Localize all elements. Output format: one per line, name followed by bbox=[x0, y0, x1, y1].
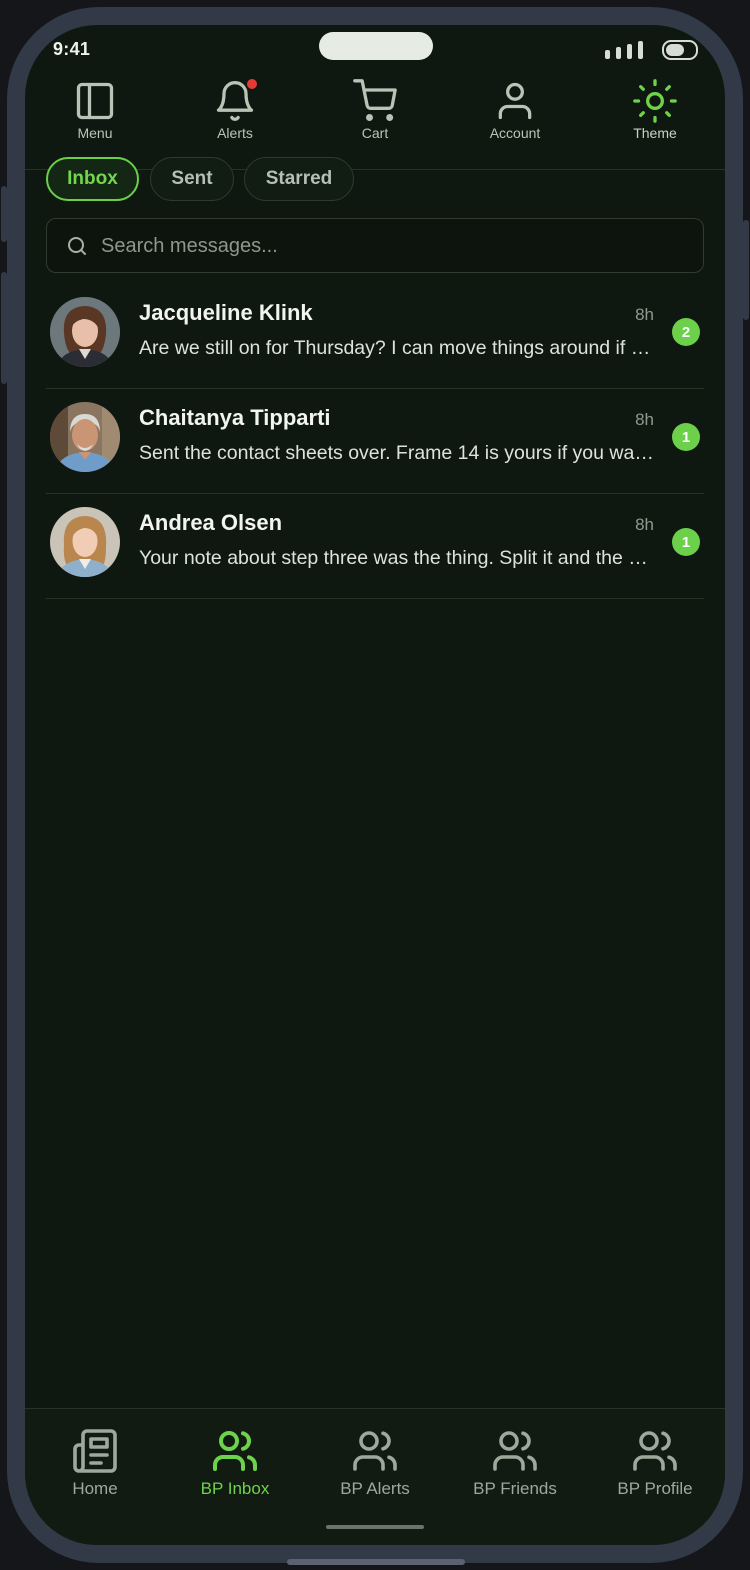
message-time: 8h bbox=[635, 305, 654, 324]
tab-inbox[interactable]: Inbox bbox=[46, 157, 139, 201]
search-icon bbox=[68, 237, 86, 255]
top-nav-label: Account bbox=[489, 125, 541, 141]
dynamic-island bbox=[319, 32, 433, 60]
top-nav-label: Theme bbox=[633, 125, 677, 141]
contact-name: Jacqueline Klink bbox=[139, 300, 313, 325]
bottom-nav-home[interactable]: Home bbox=[25, 1427, 165, 1499]
user-icon bbox=[498, 82, 532, 120]
top-nav-label: Cart bbox=[361, 125, 389, 141]
message-preview: Your note about step three was the thing… bbox=[139, 547, 659, 569]
side-button bbox=[1, 272, 7, 384]
sidebar-icon bbox=[76, 82, 114, 120]
search-input[interactable] bbox=[99, 219, 683, 273]
message-time: 8h bbox=[635, 515, 654, 534]
tab-sent[interactable]: Sent bbox=[150, 157, 234, 201]
message-preview: Are we still on for Thursday? I can move… bbox=[139, 337, 659, 359]
side-button bbox=[1, 186, 7, 242]
battery-icon bbox=[662, 40, 698, 60]
message-time: 8h bbox=[635, 410, 654, 429]
sun-icon bbox=[633, 79, 677, 123]
message-preview: Sent the contact sheets over. Frame 14 i… bbox=[139, 442, 659, 464]
bottom-nav-bp-friends[interactable]: BP Friends bbox=[445, 1427, 585, 1499]
top-nav-label: Alerts bbox=[217, 125, 253, 141]
contact-name: Chaitanya Tipparti bbox=[139, 405, 331, 430]
unread-badge: 1 bbox=[672, 528, 700, 556]
bottom-nav-label: BP Profile bbox=[617, 1479, 693, 1498]
users-icon bbox=[353, 1431, 397, 1471]
status-time: 9:41 bbox=[53, 39, 91, 59]
tab-starred[interactable]: Starred bbox=[244, 157, 354, 201]
top-nav-theme[interactable]: Theme bbox=[595, 77, 715, 141]
home-indicator[interactable] bbox=[326, 1525, 424, 1529]
top-nav-cart[interactable]: Cart bbox=[315, 77, 435, 141]
top-nav-menu[interactable]: Menu bbox=[35, 77, 155, 141]
screen: 9:41 Menu Alerts Cart Account Theme Inbo… bbox=[25, 25, 725, 1545]
unread-badge: 2 bbox=[672, 318, 700, 346]
top-nav-account[interactable]: Account bbox=[455, 77, 575, 141]
bottom-nav-bp-inbox[interactable]: BP Inbox bbox=[165, 1427, 305, 1499]
search-box bbox=[46, 218, 704, 273]
top-nav-label: Menu bbox=[77, 125, 113, 141]
avatar bbox=[50, 402, 120, 472]
avatar bbox=[50, 507, 120, 577]
status-bar: 9:41 bbox=[25, 25, 725, 75]
top-nav: Menu Alerts Cart Account Theme bbox=[25, 77, 725, 170]
side-button bbox=[743, 220, 749, 320]
users-icon bbox=[633, 1431, 677, 1471]
bottom-nav-bp-profile[interactable]: BP Profile bbox=[585, 1427, 725, 1499]
bottom-nav-label: BP Friends bbox=[473, 1479, 557, 1498]
users-icon bbox=[493, 1431, 537, 1471]
bottom-nav-label: Home bbox=[72, 1479, 118, 1498]
cart-icon bbox=[353, 79, 397, 121]
message-row[interactable]: Andrea Olsen 8h Your note about step thr… bbox=[46, 493, 704, 599]
message-row[interactable]: Chaitanya Tipparti 8h Sent the contact s… bbox=[46, 388, 704, 494]
frame-bar bbox=[287, 1559, 465, 1565]
message-row[interactable]: Jacqueline Klink 8h Are we still on for … bbox=[46, 283, 704, 389]
contact-name: Andrea Olsen bbox=[139, 510, 283, 535]
avatar bbox=[50, 297, 120, 367]
bottom-nav-label: BP Inbox bbox=[200, 1479, 270, 1498]
bottom-nav-bp-alerts[interactable]: BP Alerts bbox=[305, 1427, 445, 1499]
bottom-nav-label: BP Alerts bbox=[340, 1479, 410, 1498]
top-nav-alerts[interactable]: Alerts bbox=[175, 77, 295, 141]
notification-dot bbox=[245, 77, 259, 91]
unread-badge: 1 bbox=[672, 423, 700, 451]
newspaper-icon bbox=[73, 1429, 117, 1473]
users-icon bbox=[213, 1431, 257, 1471]
